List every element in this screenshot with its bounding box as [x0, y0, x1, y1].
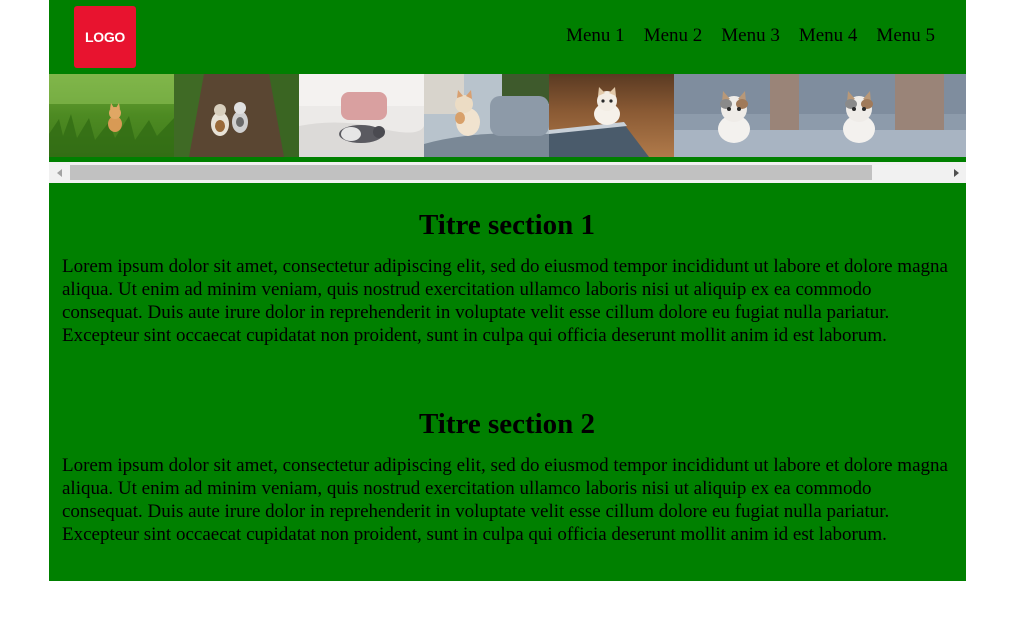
two-kittens-on-path-photo — [174, 74, 299, 157]
menu-item-1[interactable]: Menu 1 — [566, 25, 625, 47]
scrollbar-thumb[interactable] — [70, 165, 872, 180]
menu-item-5[interactable]: Menu 5 — [876, 25, 935, 47]
arrow-left-icon — [56, 168, 62, 177]
menu-item-4[interactable]: Menu 4 — [799, 25, 858, 47]
logo-text: LOGO — [84, 29, 126, 45]
image-gallery[interactable] — [49, 74, 966, 157]
gallery-scrollbar[interactable] — [49, 162, 966, 183]
main-menu: Menu 1 Menu 2 Menu 3 Menu 4 Menu 5 — [566, 25, 935, 47]
kitten-on-grey-sofa-photo — [924, 74, 966, 157]
section-1-title: Titre section 1 — [418, 209, 596, 241]
gallery-strip — [49, 74, 966, 157]
logo[interactable]: LOGO — [74, 6, 136, 68]
menu-item-2[interactable]: Menu 2 — [644, 25, 703, 47]
kitten-on-table-photo — [549, 74, 674, 157]
section-2-text: Lorem ipsum dolor sit amet, consectetur … — [62, 455, 948, 545]
kitten-on-grey-sofa-photo — [674, 74, 799, 157]
menu-item-3[interactable]: Menu 3 — [721, 25, 780, 47]
kitten-on-sofa-photo — [424, 74, 549, 157]
header: LOGO Menu 1 Menu 2 Menu 3 Menu 4 Menu 5 — [49, 0, 966, 74]
section-2-title: Titre section 2 — [418, 408, 596, 440]
section-1-text: Lorem ipsum dolor sit amet, consectetur … — [62, 256, 948, 346]
page-container: LOGO Menu 1 Menu 2 Menu 3 Menu 4 Menu 5 — [49, 0, 966, 581]
cat-sleeping-on-bed-photo — [299, 74, 424, 157]
scroll-right-button[interactable] — [946, 162, 966, 183]
kitten-in-grass-photo — [49, 74, 174, 157]
arrow-right-icon — [953, 168, 959, 177]
scroll-left-button[interactable] — [49, 162, 69, 183]
kitten-on-grey-sofa-photo — [799, 74, 924, 157]
